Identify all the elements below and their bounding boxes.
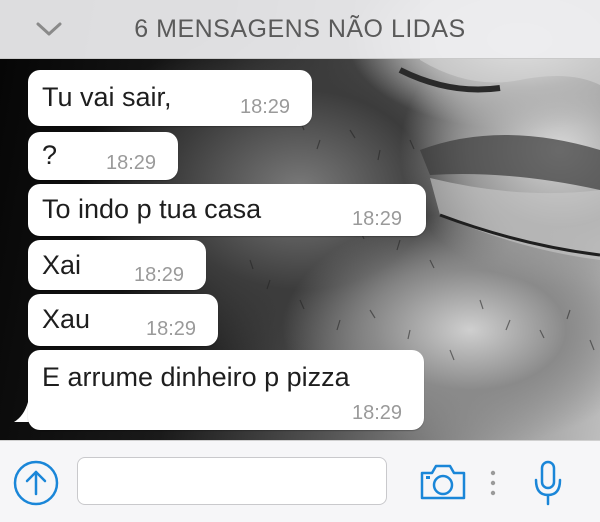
- unread-messages-banner[interactable]: 6 MENSAGENS NÃO LIDAS: [0, 0, 600, 59]
- camera-icon[interactable]: [418, 462, 468, 502]
- message-timestamp: 18:29: [106, 152, 157, 174]
- message-text: To indo p tua casa: [42, 194, 262, 224]
- message-bubble[interactable]: ? 18:29: [28, 132, 178, 180]
- message-bubble[interactable]: To indo p tua casa 18:29: [28, 184, 426, 236]
- message-timestamp: 18:29: [146, 318, 197, 340]
- message-input[interactable]: [77, 457, 387, 505]
- message-timestamp: 18:29: [240, 96, 291, 118]
- message-text: Xai: [42, 250, 82, 280]
- message-bubble[interactable]: Xai 18:29: [28, 240, 206, 290]
- message-timestamp: 18:29: [134, 264, 185, 286]
- more-icon[interactable]: [488, 468, 498, 498]
- message-bubble[interactable]: E arrume dinheiro p pizza 18:29: [28, 350, 424, 430]
- message-text: Xau: [42, 304, 91, 334]
- message-timestamp: 18:29: [352, 402, 403, 424]
- message-text: E arrume dinheiro p pizza: [42, 362, 350, 392]
- upload-icon[interactable]: [12, 459, 60, 507]
- message-bubble[interactable]: Tu vai sair, 18:29: [28, 70, 312, 126]
- message-timestamp: 18:29: [352, 208, 403, 230]
- message-text: Tu vai sair,: [42, 82, 172, 112]
- unread-count-label: 6 MENSAGENS NÃO LIDAS: [134, 14, 466, 43]
- message-text: ?: [42, 140, 58, 170]
- chevron-down-icon[interactable]: [34, 18, 64, 40]
- microphone-icon[interactable]: [532, 459, 564, 507]
- message-bubble[interactable]: Xau 18:29: [28, 294, 218, 346]
